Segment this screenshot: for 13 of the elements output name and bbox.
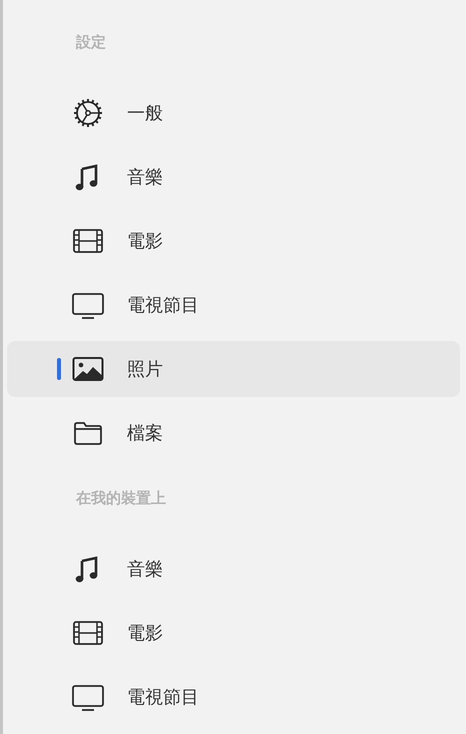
sidebar-item[interactable]: 電影 [7, 213, 460, 269]
sidebar-item[interactable]: 音樂 [7, 149, 460, 205]
section-heading: 設定 [76, 32, 106, 52]
sidebar-item[interactable]: 電影 [7, 605, 460, 661]
sidebar-item[interactable]: 電視節目 [7, 669, 460, 725]
selection-indicator [57, 358, 61, 380]
sidebar-item[interactable]: 一般 [7, 85, 460, 141]
sidebar-item[interactable]: 檔案 [7, 405, 460, 461]
sidebar-item[interactable]: 音樂 [7, 541, 460, 597]
section-heading: 在我的裝置上 [76, 488, 166, 508]
sidebar-item[interactable]: 照片 [7, 341, 460, 397]
gear-icon [72, 97, 104, 129]
sidebar-item[interactable]: 電視節目 [7, 277, 460, 333]
